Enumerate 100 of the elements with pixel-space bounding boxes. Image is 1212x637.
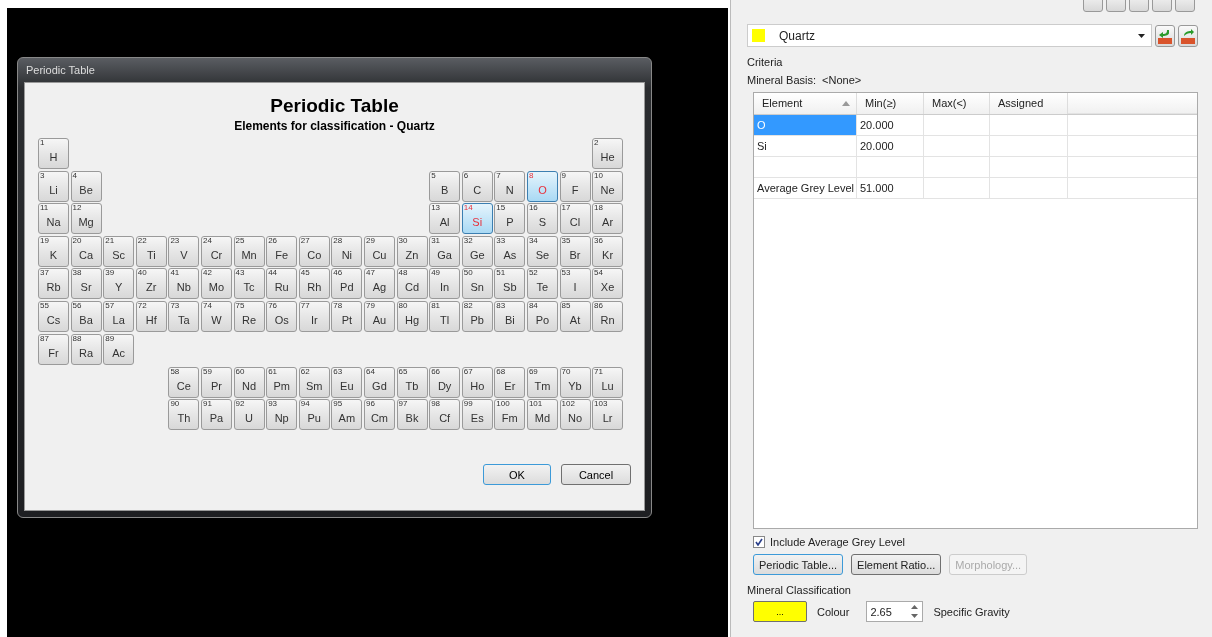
- dialog-button[interactable]: Periodic Table...: [753, 554, 844, 575]
- element-button[interactable]: 96 Cm: [363, 399, 395, 431]
- element-button[interactable]: 37 Rb: [38, 268, 69, 300]
- element-button[interactable]: 102 No: [559, 399, 591, 431]
- element-button[interactable]: 59 Pr: [200, 366, 232, 398]
- element-button[interactable]: 50 Sn: [461, 268, 493, 300]
- element-button[interactable]: 78 Pt: [331, 300, 363, 332]
- element-button[interactable]: 28 Ni: [331, 235, 363, 267]
- element-button[interactable]: 99 Es: [461, 399, 493, 431]
- element-button[interactable]: 29 Cu: [363, 235, 395, 267]
- element-button[interactable]: 63 Eu: [331, 366, 363, 398]
- element-button[interactable]: 31 Ga: [429, 235, 461, 267]
- element-button[interactable]: 64 Gd: [363, 366, 395, 398]
- element-button[interactable]: 87 Fr: [38, 333, 69, 365]
- element-button[interactable]: 30 Zn: [396, 235, 428, 267]
- colour-button[interactable]: ...: [753, 601, 807, 622]
- element-button[interactable]: 70 Yb: [559, 366, 591, 398]
- element-button[interactable]: 45 Rh: [298, 268, 330, 300]
- element-button[interactable]: 25 Mn: [233, 235, 265, 267]
- element-button[interactable]: 91 Pa: [200, 399, 232, 431]
- element-button[interactable]: 22 Ti: [135, 235, 167, 267]
- element-button[interactable]: 100 Fm: [494, 399, 526, 431]
- element-button[interactable]: 93 Np: [266, 399, 298, 431]
- element-button[interactable]: 38 Sr: [70, 268, 102, 300]
- element-button[interactable]: 61 Pm: [266, 366, 298, 398]
- element-button[interactable]: 41 Nb: [168, 268, 200, 300]
- column-header[interactable]: Assigned: [998, 97, 1044, 114]
- element-button[interactable]: 49 In: [429, 268, 461, 300]
- element-button[interactable]: 79 Au: [363, 300, 395, 332]
- column-header[interactable]: Element: [762, 97, 803, 114]
- element-button[interactable]: 97 Bk: [396, 399, 428, 431]
- element-button[interactable]: 13 Al: [429, 203, 461, 235]
- element-button[interactable]: 55 Cs: [38, 300, 69, 332]
- element-button[interactable]: 19 K: [38, 235, 69, 267]
- element-button[interactable]: 1 H: [38, 138, 69, 169]
- element-button[interactable]: 27 Co: [298, 235, 330, 267]
- element-button[interactable]: 44 Ru: [266, 268, 298, 300]
- element-button[interactable]: 58 Ce: [168, 366, 200, 398]
- element-button[interactable]: 4 Be: [70, 170, 102, 202]
- element-button[interactable]: 75 Re: [233, 300, 265, 332]
- element-button[interactable]: 46 Pd: [331, 268, 363, 300]
- element-button[interactable]: 68 Er: [494, 366, 526, 398]
- element-button[interactable]: 14 Si: [461, 203, 493, 235]
- element-button[interactable]: 89 Ac: [103, 333, 135, 365]
- element-button[interactable]: 42 Mo: [200, 268, 232, 300]
- element-button[interactable]: 7 N: [494, 170, 526, 202]
- element-button[interactable]: 21 Sc: [103, 235, 135, 267]
- element-button[interactable]: 103 Lr: [592, 399, 624, 431]
- element-button[interactable]: 39 Y: [103, 268, 135, 300]
- element-button[interactable]: 2 He: [592, 138, 624, 169]
- element-button[interactable]: 17 Cl: [559, 203, 591, 235]
- element-button[interactable]: 6 C: [461, 170, 493, 202]
- element-button[interactable]: 72 Hf: [135, 300, 167, 332]
- element-button[interactable]: 11 Na: [38, 203, 69, 235]
- element-button[interactable]: 84 Po: [526, 300, 558, 332]
- mineral-dropdown[interactable]: Quartz: [747, 24, 1152, 47]
- element-button[interactable]: 92 U: [233, 399, 265, 431]
- element-button[interactable]: 101 Md: [526, 399, 558, 431]
- import-button[interactable]: [1155, 24, 1175, 47]
- element-button[interactable]: 94 Pu: [298, 399, 330, 431]
- element-button[interactable]: 40 Zr: [135, 268, 167, 300]
- column-header[interactable]: Min(≥): [865, 97, 897, 114]
- element-button[interactable]: 3 Li: [38, 170, 69, 202]
- element-button[interactable]: 66 Dy: [429, 366, 461, 398]
- element-button[interactable]: 67 Ho: [461, 366, 493, 398]
- element-button[interactable]: 5 B: [429, 170, 461, 202]
- element-button[interactable]: 60 Nd: [233, 366, 265, 398]
- cancel-button[interactable]: Cancel: [561, 464, 631, 485]
- element-button[interactable]: 54 Xe: [592, 268, 624, 300]
- checkbox[interactable]: [753, 536, 765, 548]
- element-button[interactable]: 90 Th: [168, 399, 200, 431]
- element-button[interactable]: 36 Kr: [592, 235, 624, 267]
- element-button[interactable]: 9 F: [559, 170, 591, 202]
- export-button[interactable]: [1178, 24, 1198, 47]
- element-button[interactable]: 65 Tb: [396, 366, 428, 398]
- element-button[interactable]: 51 Sb: [494, 268, 526, 300]
- element-button[interactable]: 48 Cd: [396, 268, 428, 300]
- element-button[interactable]: 62 Sm: [298, 366, 330, 398]
- element-button[interactable]: 33 As: [494, 235, 526, 267]
- element-button[interactable]: 81 Tl: [429, 300, 461, 332]
- element-button[interactable]: 98 Cf: [429, 399, 461, 431]
- element-button[interactable]: 23 V: [168, 235, 200, 267]
- element-button[interactable]: 34 Se: [526, 235, 558, 267]
- element-button[interactable]: 85 At: [559, 300, 591, 332]
- element-button[interactable]: 95 Am: [331, 399, 363, 431]
- element-button[interactable]: 16 S: [526, 203, 558, 235]
- element-button[interactable]: 12 Mg: [70, 203, 102, 235]
- element-button[interactable]: 69 Tm: [526, 366, 558, 398]
- element-button[interactable]: 15 P: [494, 203, 526, 235]
- element-button[interactable]: 10 Ne: [592, 170, 624, 202]
- element-button[interactable]: 88 Ra: [70, 333, 102, 365]
- element-button[interactable]: 32 Ge: [461, 235, 493, 267]
- element-button[interactable]: 52 Te: [526, 268, 558, 300]
- ok-button[interactable]: OK: [483, 464, 551, 485]
- element-button[interactable]: 18 Ar: [592, 203, 624, 235]
- element-button[interactable]: 76 Os: [266, 300, 298, 332]
- element-button[interactable]: 43 Tc: [233, 268, 265, 300]
- element-button[interactable]: 20 Ca: [70, 235, 102, 267]
- element-button[interactable]: 8 O: [526, 170, 558, 202]
- element-button[interactable]: 35 Br: [559, 235, 591, 267]
